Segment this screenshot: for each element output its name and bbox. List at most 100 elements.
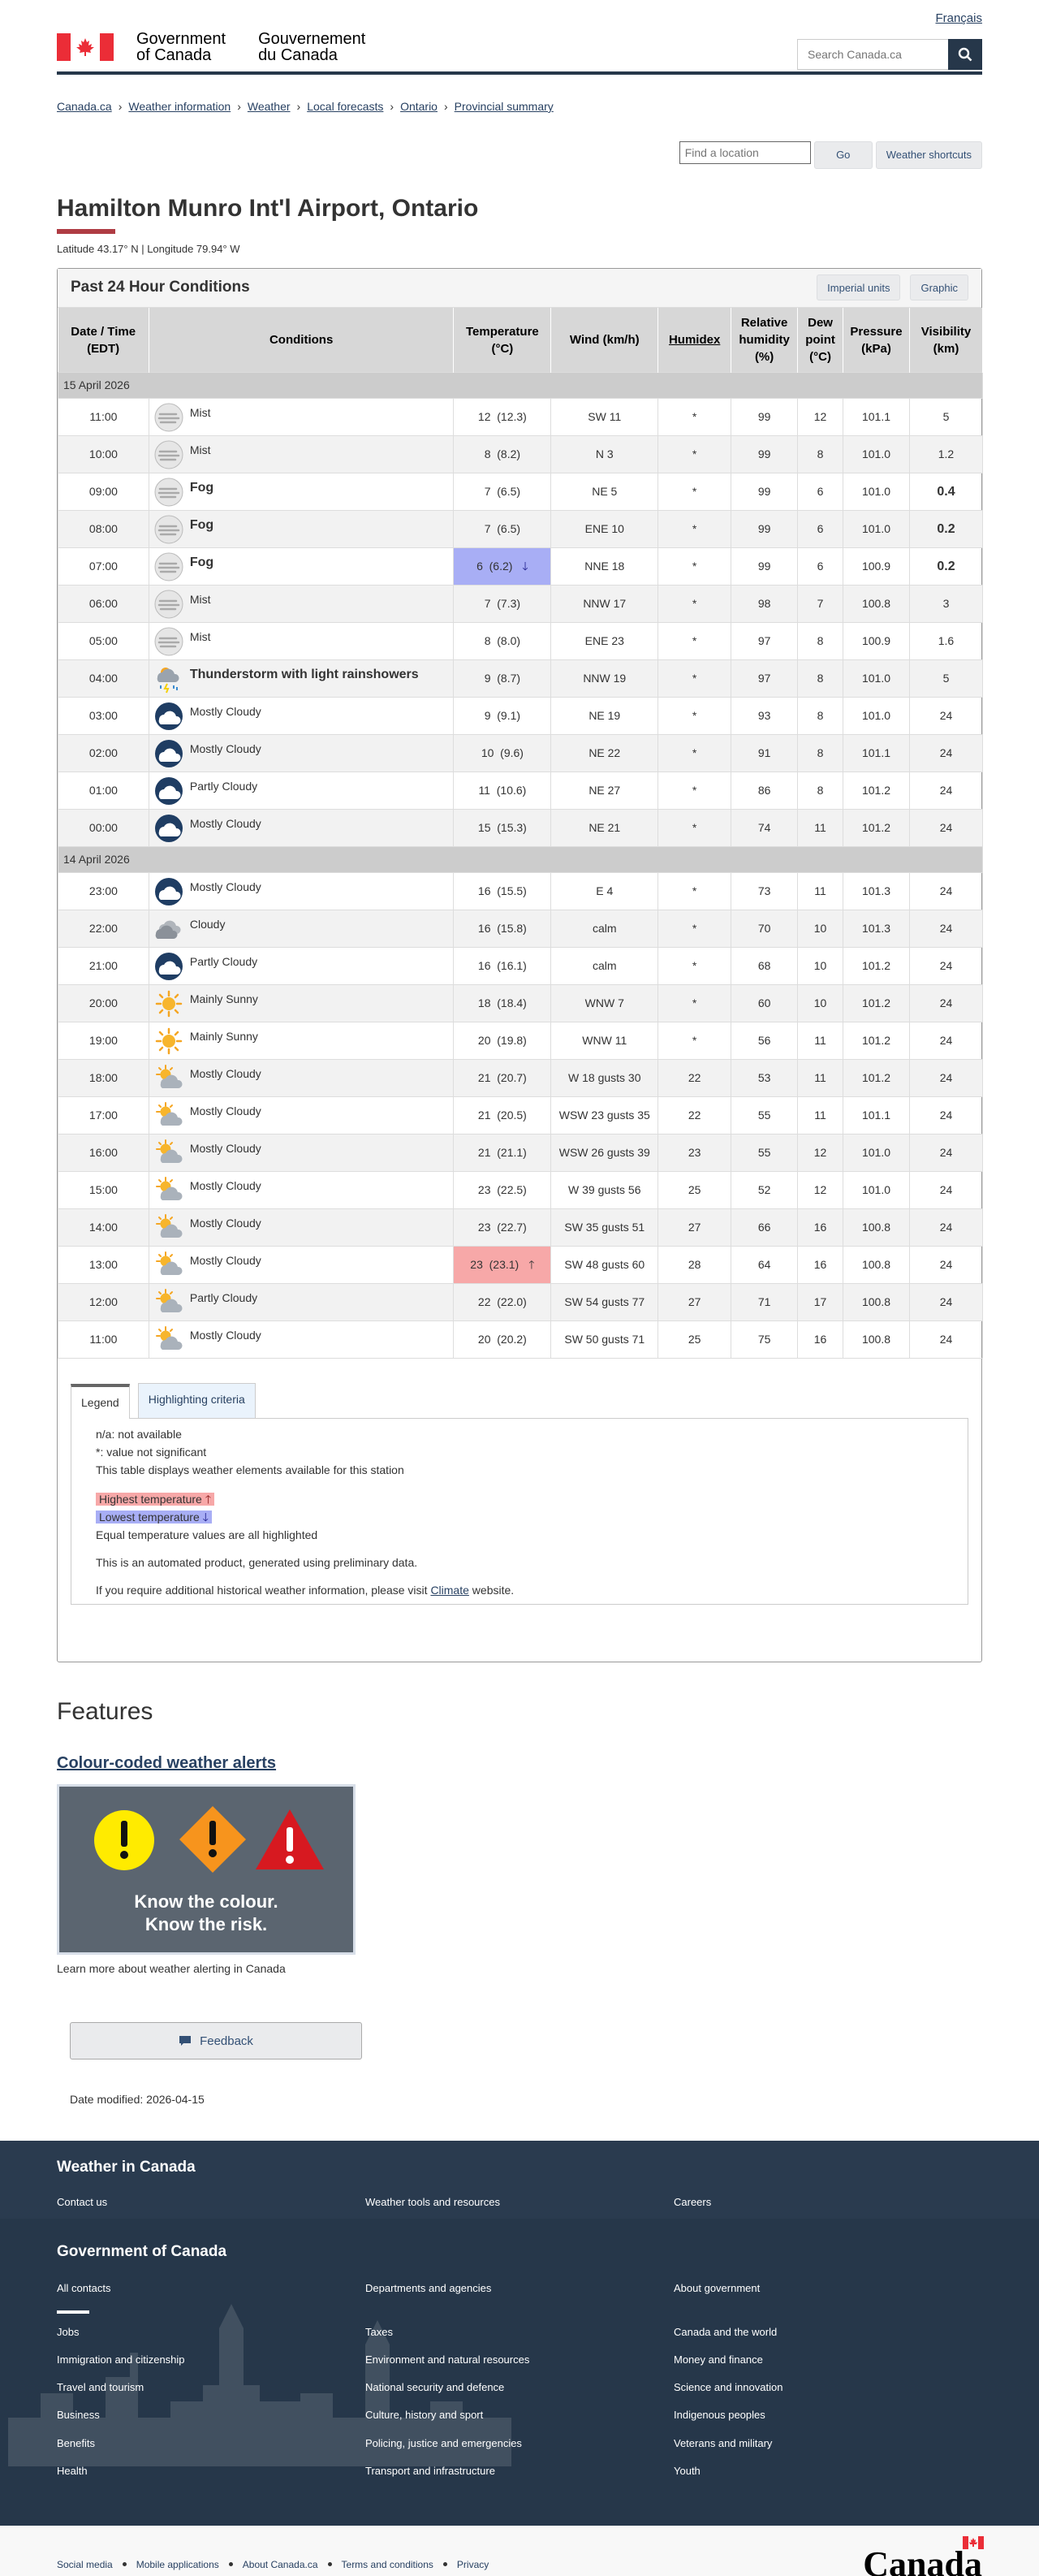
site-header: Français Government of Canada Gouvernemen… (57, 0, 982, 75)
footer-link[interactable]: National security and defence (365, 2380, 674, 2395)
time-cell: 23:00 (58, 872, 149, 911)
graphic-button[interactable]: Graphic (910, 274, 968, 301)
pressure-cell: 101.2 (843, 947, 910, 986)
tab-legend[interactable]: Legend (71, 1384, 130, 1420)
footer-link[interactable]: Immigration and citizenship (57, 2353, 365, 2367)
humidex-cell: * (657, 1022, 732, 1061)
breadcrumb-link[interactable]: Weather information (128, 99, 231, 115)
climate-link[interactable]: Climate (430, 1584, 468, 1597)
footer-link[interactable]: Jobs (57, 2325, 365, 2340)
visibility-cell: 0.2 (908, 510, 984, 549)
humidex-cell: * (657, 947, 732, 986)
wind-cell: SW 11 (550, 398, 659, 437)
dew-point-cell: 10 (797, 984, 844, 1023)
wind-cell: N 3 (550, 435, 659, 474)
footer-link[interactable]: Indigenous peoples (674, 2408, 982, 2423)
pressure-cell: 101.1 (843, 398, 910, 437)
humidity-cell: 55 (731, 1096, 799, 1135)
footer-link[interactable]: Environment and natural resources (365, 2353, 674, 2367)
footer-link[interactable]: Business (57, 2408, 365, 2423)
sun-cloud-icon (154, 1176, 183, 1205)
pressure-cell: 101.0 (843, 510, 910, 549)
footer-link[interactable]: Contact us (57, 2195, 365, 2210)
humidex-cell: 25 (657, 1320, 732, 1359)
humidity-cell: 93 (731, 697, 799, 736)
footer-link[interactable]: Policing, justice and emergencies (365, 2436, 674, 2451)
footer-link[interactable]: Science and innovation (674, 2380, 982, 2395)
search-input[interactable] (797, 39, 948, 70)
humidity-cell: 53 (731, 1059, 799, 1098)
time-cell: 12:00 (58, 1283, 149, 1322)
footer-link[interactable]: Veterans and military (674, 2436, 982, 2451)
weather-alerts-link[interactable]: Colour-coded weather alerts (57, 1754, 276, 1772)
visibility-cell: 5 (908, 659, 984, 698)
footer-link[interactable]: All contacts (57, 2281, 365, 2296)
footer-bottom-link[interactable]: Social media (57, 2558, 113, 2572)
location-input[interactable] (679, 140, 811, 164)
footer-link[interactable]: Taxes (365, 2325, 674, 2340)
table-row: 10:00 Mist 8 (8.2) N 3 * 99 8 101.0 1.2 (58, 435, 984, 474)
conditions-cell: Cloudy (148, 910, 455, 949)
column-header: Pressure (kPa) (843, 307, 910, 373)
table-row: 00:00 Mostly Cloudy 15 (15.3) NE 21 * 74… (58, 809, 984, 848)
temperature-cell: 15 (15.3) (453, 809, 552, 848)
weather-shortcuts-button[interactable]: Weather shortcuts (875, 140, 982, 169)
column-header[interactable]: Humidex (657, 307, 732, 373)
breadcrumb-link[interactable]: Weather (248, 99, 291, 115)
arrow-up-icon: 🡑 (205, 1493, 212, 1506)
temperature-cell: 16 (15.5) (453, 872, 552, 911)
humidity-cell: 74 (731, 809, 799, 848)
visibility-cell: 24 (908, 1283, 984, 1322)
table-row: 17:00 Mostly Cloudy 21 (20.5) WSW 23 gus… (58, 1096, 984, 1135)
conditions-cell: Fog (148, 510, 455, 549)
humidity-cell: 99 (731, 547, 799, 586)
footer-link[interactable]: Canada and the world (674, 2325, 982, 2340)
breadcrumb-link[interactable]: Canada.ca (57, 99, 112, 115)
breadcrumb-link[interactable]: Provincial summary (455, 99, 554, 115)
pressure-cell: 100.8 (843, 1246, 910, 1285)
footer-bottom-link[interactable]: About Canada.ca (243, 2558, 318, 2572)
alert-image-line2: Know the risk. (144, 1913, 268, 1934)
footer-bottom-link[interactable]: Terms and conditions (342, 2558, 433, 2572)
search-button[interactable] (948, 39, 982, 70)
footer-link[interactable]: Transport and infrastructure (365, 2464, 674, 2479)
time-cell: 10:00 (58, 435, 149, 474)
footer-link[interactable]: Departments and agencies (365, 2281, 674, 2296)
feedback-button[interactable]: Feedback (70, 2022, 362, 2060)
conditions-cell: Fog (148, 473, 455, 512)
temperature-cell: 21 (21.1) (453, 1134, 552, 1173)
language-toggle-link[interactable]: Français (935, 10, 982, 27)
pressure-cell: 100.9 (843, 547, 910, 586)
footer-link[interactable]: Culture, history and sport (365, 2408, 674, 2423)
wind-cell: NNE 18 (550, 547, 659, 586)
conditions-cell: Mist (148, 622, 455, 661)
humidex-cell: * (657, 622, 732, 661)
footer-link[interactable]: About government (674, 2281, 982, 2296)
government-brand[interactable]: Government of Canada Gouvernement du Canad… (57, 31, 365, 63)
arrow-down-icon: 🡓 (522, 559, 528, 573)
footer-bottom-link[interactable]: Mobile applications (136, 2558, 219, 2572)
footer-link[interactable]: Weather tools and resources (365, 2195, 674, 2210)
time-cell: 13:00 (58, 1246, 149, 1285)
footer-link[interactable]: Youth (674, 2464, 982, 2479)
weather-alerts-image[interactable]: Know the colour. Know the risk. (57, 1783, 356, 1955)
footer-link[interactable]: Careers (674, 2195, 982, 2210)
footer-bottom-link[interactable]: Privacy (457, 2558, 489, 2572)
conditions-cell: Mist (148, 435, 455, 474)
breadcrumb-link[interactable]: Local forecasts (307, 99, 383, 115)
sun-cloud-icon (154, 1139, 183, 1168)
tab-highlighting-criteria[interactable]: Highlighting criteria (137, 1383, 256, 1419)
footer-link[interactable]: Benefits (57, 2436, 365, 2451)
footer-weather: Weather in Canada Contact us Weather tool… (0, 2140, 1039, 2219)
footer-link[interactable]: Travel and tourism (57, 2380, 365, 2395)
humidex-cell: 27 (657, 1208, 732, 1247)
conditions-cell: Partly Cloudy (148, 947, 455, 986)
footer-link[interactable]: Health (57, 2464, 365, 2479)
gov-name-en: Government of Canada (136, 30, 226, 64)
go-button[interactable]: Go (813, 140, 873, 169)
breadcrumb-link[interactable]: Ontario (400, 99, 438, 115)
wind-cell: NE 21 (550, 809, 659, 848)
footer-link[interactable]: Money and finance (674, 2353, 982, 2367)
imperial-units-button[interactable]: Imperial units (817, 274, 901, 301)
date-row: 15 April 2026 (58, 372, 983, 400)
